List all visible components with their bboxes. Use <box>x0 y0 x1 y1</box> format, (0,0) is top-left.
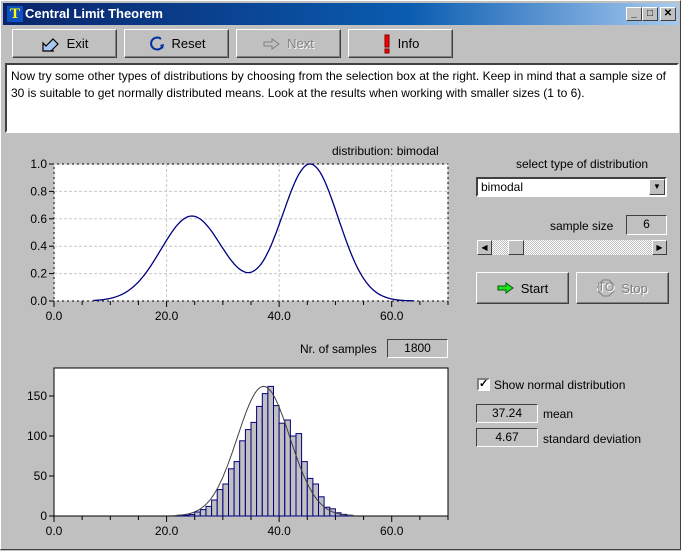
histogram-bar <box>244 429 252 517</box>
maximize-button[interactable]: □ <box>642 7 658 21</box>
histogram-bar <box>267 385 274 517</box>
checkmark-icon: ✓ <box>479 378 489 390</box>
info-exclamation-icon <box>384 34 390 53</box>
histogram-bar <box>306 477 314 517</box>
info-button[interactable]: Info <box>348 29 453 58</box>
svg-text:STOP: STOP <box>597 280 615 294</box>
title-bar[interactable]: T Central Limit Theorem _ □ ✕ <box>3 3 678 25</box>
histogram-y-tick-label: 100 <box>27 429 47 443</box>
histogram-bar <box>183 514 190 517</box>
histogram-bar <box>301 461 308 517</box>
histogram-bar <box>188 513 196 517</box>
distribution-select[interactable]: bimodal ▼ <box>476 177 667 197</box>
histogram-y-tick-label: 0 <box>40 509 47 523</box>
histogram-bar <box>295 433 303 517</box>
distribution-select-value: bimodal <box>481 180 524 194</box>
density-y-tick-label: 0.0 <box>30 294 47 308</box>
main-window: T Central Limit Theorem _ □ ✕ Exit Reset… <box>0 0 681 550</box>
density-y-tick-label: 0.8 <box>30 184 47 198</box>
density-y-tick-label: 0.2 <box>30 267 47 281</box>
reset-label: Reset <box>171 36 206 51</box>
sd-label: standard deviation <box>543 432 642 446</box>
stop-label: Stop <box>621 280 648 296</box>
density-x-tick-label: 20.0 <box>155 309 179 323</box>
histogram-bar <box>205 505 213 517</box>
next-arrow-icon <box>263 37 280 50</box>
histogram-x-tick-label: 40.0 <box>267 524 291 538</box>
density-plot-area <box>53 163 449 302</box>
instructions-text[interactable]: Now try some other types of distribution… <box>5 63 679 133</box>
density-y-tick-label: 1.0 <box>30 157 47 171</box>
density-x-tick-label: 0.0 <box>46 309 63 323</box>
start-arrow-icon <box>497 282 514 294</box>
show-normal-checkbox[interactable]: ✓ <box>477 378 490 391</box>
minimize-button[interactable]: _ <box>626 7 642 21</box>
exit-label: Exit <box>66 36 89 51</box>
next-label: Next <box>287 36 314 51</box>
density-x-tick-label: 60.0 <box>380 309 404 323</box>
stop-button[interactable]: STOP Stop <box>576 272 669 304</box>
histogram-x-tick-label: 0.0 <box>46 524 63 538</box>
histogram-bar <box>211 499 218 517</box>
slider-thumb[interactable] <box>508 240 524 255</box>
histogram-bar <box>199 509 207 517</box>
density-y-tick-label: 0.4 <box>30 239 47 253</box>
histogram-bar <box>239 440 246 517</box>
reset-icon <box>149 36 164 51</box>
histogram-bar <box>222 483 229 517</box>
close-button[interactable]: ✕ <box>660 7 676 21</box>
app-icon: T <box>7 6 23 22</box>
histogram-bar <box>216 489 224 517</box>
histogram-bar <box>233 461 241 517</box>
info-label: Info <box>397 36 420 51</box>
histogram-bar <box>194 511 201 517</box>
histogram-bar <box>261 393 269 517</box>
start-label: Start <box>520 280 549 296</box>
density-y-tick-label: 0.6 <box>30 212 47 226</box>
mean-value: 37.24 <box>476 404 538 423</box>
distribution-chart: 0.0 20.0 40.0 60.0 0.0 0.2 0.4 0.6 0.8 1.0 <box>30 157 449 323</box>
histogram-y-tick-label: 150 <box>27 389 47 403</box>
histogram-bar <box>278 422 286 517</box>
start-button[interactable]: Start <box>476 272 569 304</box>
sample-size-value: 6 <box>626 215 667 235</box>
histogram-bar <box>273 405 280 517</box>
histogram-bar <box>284 419 291 517</box>
sample-size-slider[interactable]: ◀ ▶ <box>476 239 668 256</box>
sd-value: 4.67 <box>476 428 538 447</box>
histogram-x-tick-label: 20.0 <box>155 524 179 538</box>
histogram-x-tick-label: 60.0 <box>380 524 404 538</box>
scroll-right-icon[interactable]: ▶ <box>652 240 667 255</box>
show-normal-label: Show normal distribution <box>494 378 626 392</box>
reset-button[interactable]: Reset <box>124 29 229 58</box>
histogram-y-tick-label: 50 <box>34 469 48 483</box>
histogram-bar <box>228 468 235 517</box>
window-title: Central Limit Theorem <box>25 6 163 21</box>
histogram-bar <box>250 421 258 517</box>
stop-sign-icon: STOP <box>597 279 615 297</box>
density-x-tick-label: 40.0 <box>267 309 291 323</box>
dropdown-arrow-icon[interactable]: ▼ <box>649 179 665 195</box>
histogram-chart: 0.0 20.0 40.0 60.0 0 50 100 150 <box>27 367 449 538</box>
exit-button[interactable]: Exit <box>12 29 117 58</box>
sample-size-label: sample size <box>550 219 614 233</box>
mean-label: mean <box>543 407 574 421</box>
select-distribution-label: select type of distribution <box>516 157 649 171</box>
samples-count: 1800 <box>387 339 448 358</box>
samples-label: Nr. of samples <box>300 342 377 356</box>
scroll-left-icon[interactable]: ◀ <box>477 240 492 255</box>
next-button[interactable]: Next <box>236 29 341 58</box>
histogram-bar <box>256 405 263 517</box>
exit-arrow-icon <box>42 37 59 52</box>
